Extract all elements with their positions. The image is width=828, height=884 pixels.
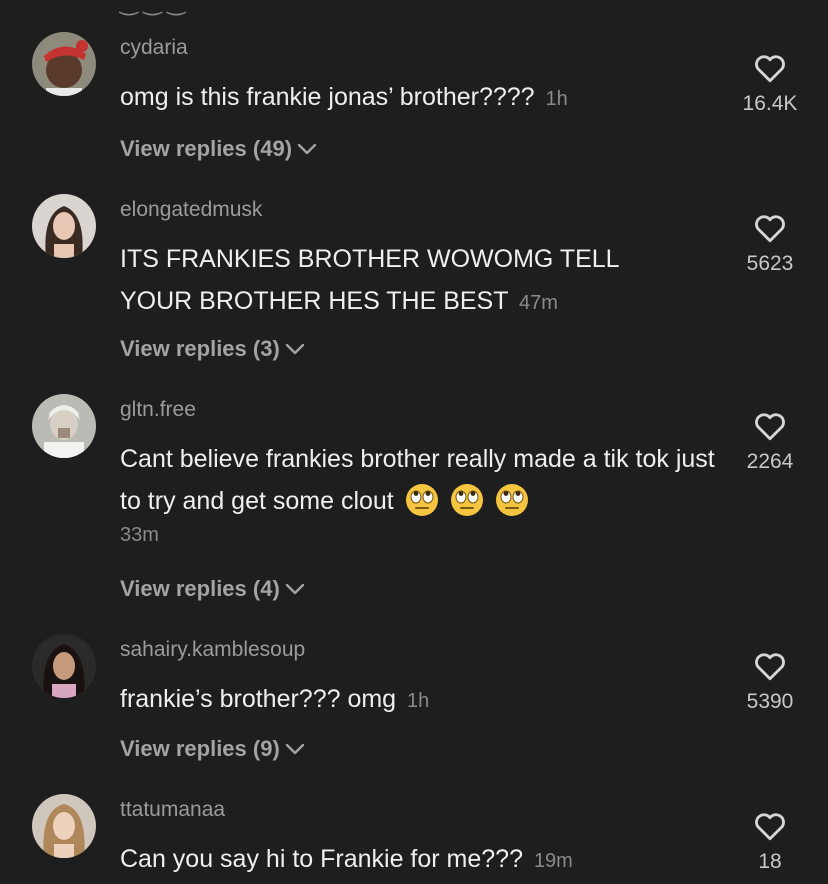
comment-body: Can you say hi to Frankie for me??? [120,845,523,873]
like-count: 16.4K [742,92,798,115]
view-replies-button[interactable]: View replies (3) [120,336,306,362]
face-with-rolling-eyes-icon [495,484,528,517]
comment-text: frankie’s brother??? omg 1h [120,678,726,722]
view-replies-label: View replies (49) [120,136,293,161]
like-button[interactable]: 5390 [730,650,810,714]
view-replies-label: View replies (3) [120,336,280,361]
avatar[interactable] [32,32,96,96]
comment-username[interactable]: sahairy.kamblesoup [120,638,305,662]
chevron-down-icon [297,143,317,155]
avatar[interactable] [32,794,96,858]
like-button[interactable]: 16.4K [730,52,810,116]
like-count: 5390 [746,690,794,713]
comment-timestamp: 1h [407,690,430,712]
like-button[interactable]: 5623 [730,212,810,276]
chevron-down-icon [285,343,304,355]
heart-outline-icon [755,653,785,681]
comment-username[interactable]: elongatedmusk [120,198,262,222]
like-count: 18 [758,850,782,873]
avatar[interactable] [32,194,96,258]
like-count: 5623 [746,252,794,275]
heart-outline-icon [755,55,785,83]
like-count: 2264 [746,450,794,473]
like-button[interactable]: 2264 [730,410,810,474]
view-replies-button[interactable]: View replies (4) [120,576,306,602]
view-replies-button[interactable]: View replies (49) [120,136,318,162]
heart-outline-icon [755,813,785,841]
avatar[interactable] [32,394,96,458]
comment-timestamp: 19m [533,850,573,872]
chevron-down-icon [285,583,304,595]
comment-username[interactable]: cydaria [120,36,188,60]
comment-text: ITS FRANKIES BROTHER WOWOMG TELL YOUR BR… [120,238,680,324]
chevron-down-icon [285,743,304,755]
view-replies-button[interactable]: View replies (9) [120,736,306,762]
comment-text: Cant believe frankies brother really mad… [120,438,726,552]
comment-text: Can you say hi to Frankie for me??? 19m [120,838,726,882]
view-replies-label: View replies (4) [120,576,280,601]
face-with-rolling-eyes-icon [450,484,483,517]
heart-outline-icon [755,215,785,243]
face-with-rolling-eyes-icon [405,484,438,517]
comment-body: omg is this frankie jonas’ brother???? [120,83,535,111]
heart-outline-icon [755,413,785,441]
like-button[interactable]: 18 [730,810,810,874]
comment-timestamp: 1h [545,88,568,110]
comment-text: omg is this frankie jonas’ brother???? 1… [120,76,726,120]
comment-username[interactable]: gltn.free [120,398,196,422]
comment-timestamp: 47m [519,292,558,314]
previous-replies-link-partial: ‿‿‿ [120,0,192,15]
rolling-eyes-emoji [401,480,529,522]
comment-body: frankie’s brother??? omg [120,685,397,713]
avatar[interactable] [32,634,96,698]
view-replies-label: View replies (9) [120,736,280,761]
comment-username[interactable]: ttatumanaa [120,798,225,822]
comment-timestamp: 33m [120,524,159,546]
